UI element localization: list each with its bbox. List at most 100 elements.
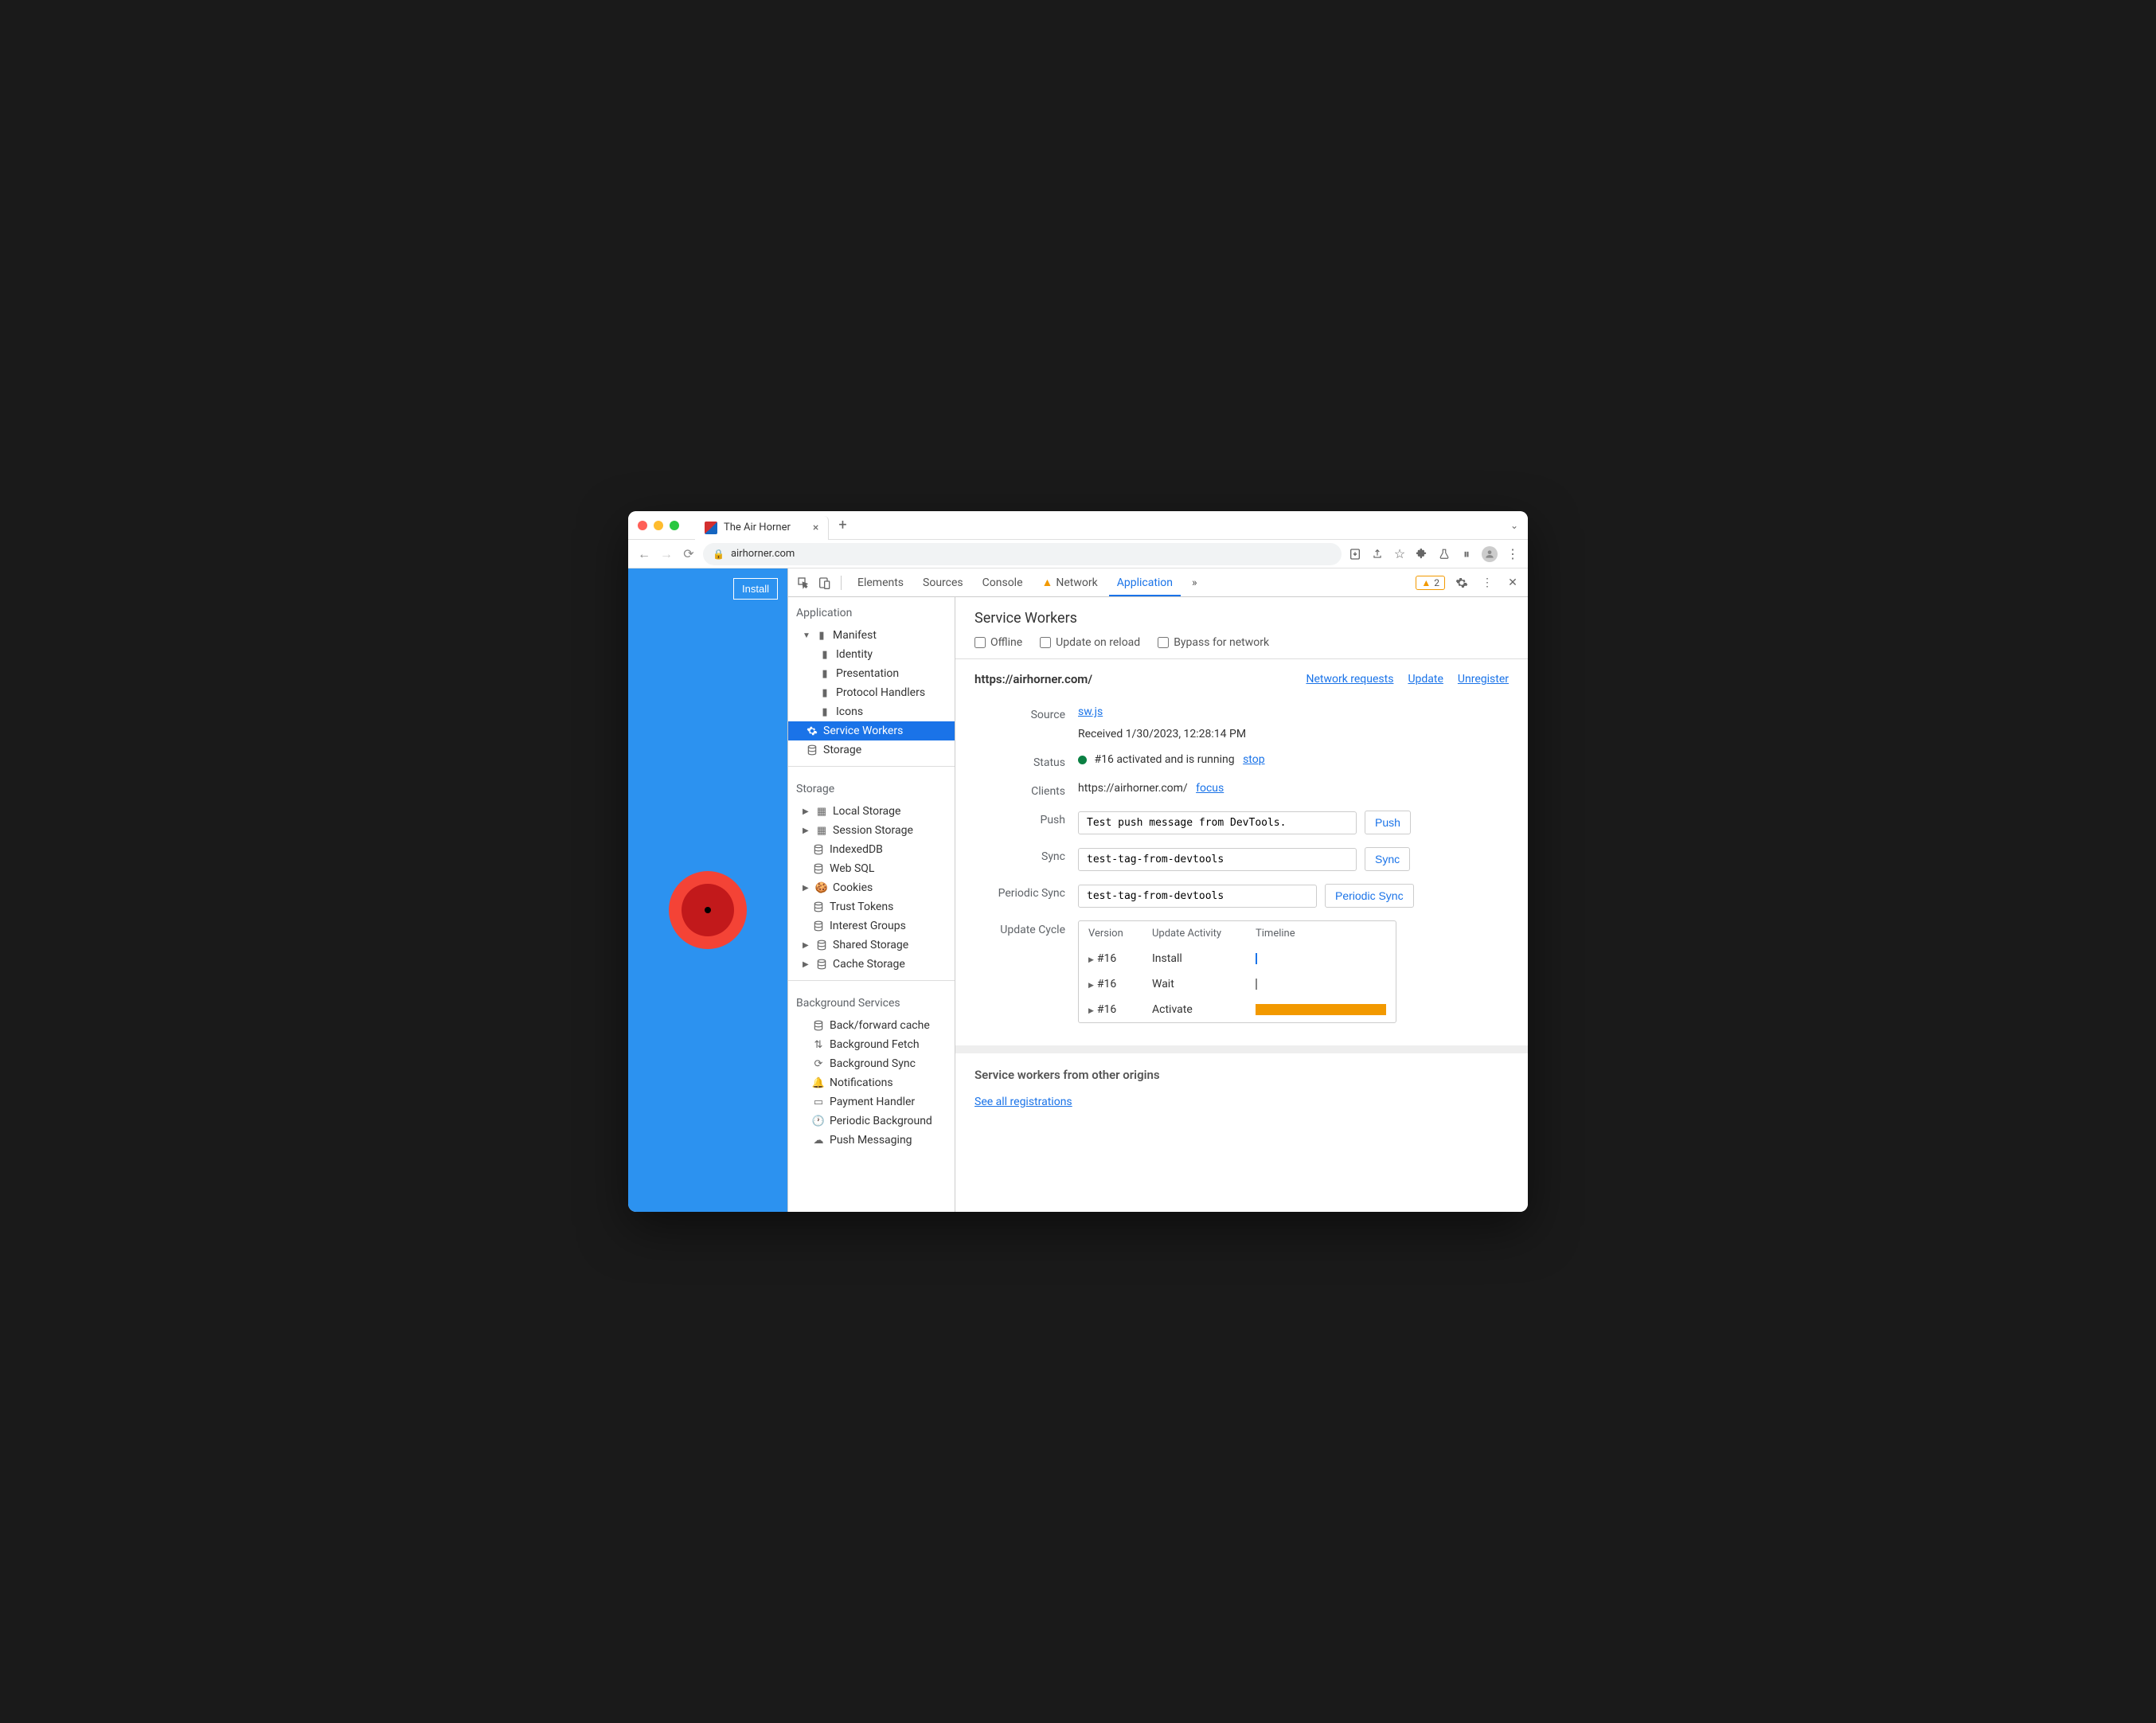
airhorn-center <box>705 907 711 913</box>
sidebar-item-cache-storage[interactable]: ▶Cache Storage <box>788 955 955 974</box>
update-link[interactable]: Update <box>1408 673 1443 686</box>
timeline-activate-bar <box>1256 1004 1386 1015</box>
sidebar-item-periodic-bg[interactable]: 🕐Periodic Background <box>788 1112 955 1131</box>
inspect-icon[interactable] <box>795 574 812 592</box>
warning-icon: ▲ <box>1042 576 1053 589</box>
sidebar-item-notifications[interactable]: 🔔Notifications <box>788 1073 955 1092</box>
sidebar-item-bg-sync[interactable]: ⟳Background Sync <box>788 1054 955 1073</box>
lock-icon: 🔒 <box>713 549 725 560</box>
sidebar-item-local-storage[interactable]: ▶▦Local Storage <box>788 802 955 821</box>
extensions-icon[interactable] <box>1415 547 1429 561</box>
sync-button[interactable]: Sync <box>1365 847 1410 871</box>
grid-icon: ▦ <box>815 824 828 837</box>
status-text: #16 activated and is running <box>1094 753 1234 766</box>
network-requests-link[interactable]: Network requests <box>1306 673 1393 686</box>
cycle-row-install[interactable]: ▶#16 Install <box>1079 946 1396 971</box>
sidebar-item-trust-tokens[interactable]: Trust Tokens <box>788 897 955 916</box>
bypass-checkbox[interactable]: Bypass for network <box>1158 636 1269 649</box>
clients-label: Clients <box>974 782 1078 798</box>
sidebar-item-identity[interactable]: ▮Identity <box>788 645 955 664</box>
source-file-link[interactable]: sw.js <box>1078 705 1103 718</box>
install-pwa-icon[interactable] <box>1348 547 1362 561</box>
offline-checkbox[interactable]: Offline <box>974 636 1022 649</box>
menu-icon[interactable]: ⋮ <box>1506 547 1520 561</box>
separator-icon: ⏸ <box>1459 547 1474 561</box>
tab-network[interactable]: ▲Network <box>1034 569 1106 596</box>
minimize-window-icon[interactable] <box>654 521 663 530</box>
cookie-icon: 🍪 <box>815 881 828 894</box>
section-application: Application <box>788 597 955 626</box>
sidebar-item-session-storage[interactable]: ▶▦Session Storage <box>788 821 955 840</box>
update-on-reload-checkbox[interactable]: Update on reload <box>1040 636 1140 649</box>
tab-sources[interactable]: Sources <box>915 570 971 596</box>
sidebar-item-websql[interactable]: Web SQL <box>788 859 955 878</box>
divider-bar <box>955 1045 1528 1053</box>
sidebar-item-interest-groups[interactable]: Interest Groups <box>788 916 955 936</box>
cycle-row-wait[interactable]: ▶#16 Wait <box>1079 971 1396 997</box>
sidebar-item-presentation[interactable]: ▮Presentation <box>788 664 955 683</box>
forward-button[interactable]: → <box>658 546 674 562</box>
unregister-link[interactable]: Unregister <box>1458 673 1509 686</box>
profile-avatar[interactable] <box>1482 546 1498 562</box>
sidebar-item-bg-fetch[interactable]: ⇅Background Fetch <box>788 1035 955 1054</box>
focus-link[interactable]: focus <box>1196 782 1224 795</box>
tabs-dropdown-icon[interactable]: ⌄ <box>1510 520 1518 531</box>
tab-console[interactable]: Console <box>974 570 1031 596</box>
periodic-sync-button[interactable]: Periodic Sync <box>1325 884 1414 908</box>
periodic-sync-input[interactable] <box>1078 885 1317 908</box>
gear-icon[interactable] <box>1453 574 1471 592</box>
tab-title: The Air Horner <box>724 522 791 533</box>
sidebar-item-storage[interactable]: Storage <box>788 740 955 760</box>
kebab-menu-icon[interactable]: ⋮ <box>1478 574 1496 592</box>
new-tab-button[interactable]: + <box>838 517 846 533</box>
tab-application[interactable]: Application <box>1109 570 1181 596</box>
section-background: Background Services <box>788 987 955 1016</box>
share-icon[interactable] <box>1370 547 1385 561</box>
devtools-panel: Elements Sources Console ▲Network Applic… <box>787 568 1528 1212</box>
tab-elements[interactable]: Elements <box>850 570 912 596</box>
scope-row: https://airhorner.com/ Network requests … <box>955 659 1528 699</box>
reload-button[interactable]: ⟳ <box>681 546 697 562</box>
close-tab-icon[interactable]: × <box>813 522 818 534</box>
browser-tab[interactable]: The Air Horner × <box>695 516 829 540</box>
database-icon <box>812 843 825 856</box>
sidebar-item-indexeddb[interactable]: IndexedDB <box>788 840 955 859</box>
device-toggle-icon[interactable] <box>815 574 833 592</box>
labs-icon[interactable] <box>1437 547 1451 561</box>
sidebar-item-payment[interactable]: ▭Payment Handler <box>788 1092 955 1112</box>
stop-link[interactable]: stop <box>1243 753 1265 766</box>
cycle-row-activate[interactable]: ▶#16 Activate <box>1079 997 1396 1022</box>
sidebar-item-protocol-handlers[interactable]: ▮Protocol Handlers <box>788 683 955 702</box>
airhorn-button[interactable] <box>669 871 747 949</box>
see-all-registrations-link[interactable]: See all registrations <box>974 1096 1072 1108</box>
website-viewport: Install <box>628 568 787 1212</box>
issues-badge[interactable]: ▲2 <box>1416 576 1445 590</box>
database-icon <box>812 862 825 875</box>
sidebar-item-cookies[interactable]: ▶🍪Cookies <box>788 878 955 897</box>
back-button[interactable]: ← <box>636 546 652 562</box>
sidebar-item-bfcache[interactable]: Back/forward cache <box>788 1016 955 1035</box>
sync-icon: ⟳ <box>812 1057 825 1070</box>
sidebar-item-icons[interactable]: ▮Icons <box>788 702 955 721</box>
sidebar-item-service-workers[interactable]: Service Workers <box>788 721 955 740</box>
bookmark-icon[interactable]: ☆ <box>1392 547 1407 561</box>
titlebar: The Air Horner × + ⌄ <box>628 511 1528 540</box>
sidebar-item-push-messaging[interactable]: ☁Push Messaging <box>788 1131 955 1150</box>
sidebar-item-shared-storage[interactable]: ▶Shared Storage <box>788 936 955 955</box>
file-icon: ▮ <box>818 686 831 699</box>
col-version: Version <box>1088 928 1152 940</box>
sync-input[interactable] <box>1078 848 1357 871</box>
grid-icon: ▦ <box>815 805 828 818</box>
push-input[interactable] <box>1078 811 1357 834</box>
install-button[interactable]: Install <box>733 578 778 600</box>
maximize-window-icon[interactable] <box>670 521 679 530</box>
more-tabs-icon[interactable]: » <box>1184 570 1205 596</box>
timeline-install-bar <box>1256 953 1257 964</box>
push-button[interactable]: Push <box>1365 811 1411 834</box>
url-field[interactable]: 🔒 airhorner.com <box>703 543 1342 565</box>
url-text: airhorner.com <box>731 548 795 560</box>
arrows-icon: ⇅ <box>812 1038 825 1051</box>
close-devtools-icon[interactable]: ✕ <box>1504 574 1521 592</box>
close-window-icon[interactable] <box>638 521 647 530</box>
sidebar-item-manifest[interactable]: ▼▮Manifest <box>788 626 955 645</box>
